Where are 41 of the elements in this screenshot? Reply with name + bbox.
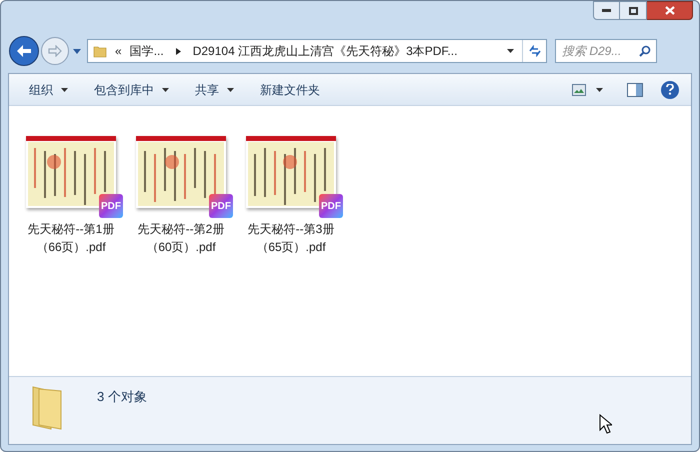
refresh-arrows-icon [528,45,542,57]
file-name: 先天秘符--第2册（60页）.pdf [136,221,226,256]
toolbar-button[interactable]: 组织 [21,78,76,102]
close-icon [664,6,674,15]
forward-arrow-icon [48,45,62,57]
caret-icon [162,88,169,92]
search-field[interactable]: 搜索 D29... [555,39,657,63]
file-item[interactable]: PDF 先天秘符--第1册（66页）.pdf [16,136,126,256]
file-name: 先天秘符--第3册（65页）.pdf [246,221,336,256]
back-button[interactable] [9,36,39,66]
toolbar-button[interactable]: 新建文件夹 [252,78,328,102]
caret-icon [227,88,234,92]
question-mark-icon [666,84,674,95]
pdf-badge: PDF [209,194,233,218]
caret-icon [73,48,81,54]
file-name: 先天秘符--第1册（66页）.pdf [26,221,116,256]
file-item[interactable]: PDF 先天秘符--第2册（60页）.pdf [126,136,236,256]
breadcrumb-segment[interactable]: D29104 江西龙虎山上清宫《先天符秘》3本PDF... [192,42,458,60]
toolbar-button[interactable]: 共享 [187,78,242,102]
file-item[interactable]: PDF 先天秘符--第3册（65页）.pdf [236,136,346,256]
caret-icon [507,49,514,53]
address-bar[interactable]: « 国学... D29104 江西龙虎山上清宫《先天符秘》3本PDF... [87,39,547,63]
view-icon [572,84,586,96]
caret-icon [61,88,68,92]
caret-icon [596,88,603,92]
pdf-badge: PDF [99,194,123,218]
maximize-button[interactable] [620,1,647,20]
toolbar-button[interactable]: 包含到库中 [86,78,177,102]
folder-icon [93,44,107,58]
minimize-button[interactable] [593,1,620,20]
back-arrow-icon [16,44,32,58]
status-text: 3 个对象 [97,388,147,406]
pane-icon [627,82,643,96]
breadcrumb-segment[interactable]: 国学... [130,42,164,60]
close-button[interactable] [647,1,693,20]
help-button[interactable] [661,80,679,98]
cursor-icon [599,414,612,434]
chevron-right-icon [176,48,181,54]
breadcrumb-overflow[interactable]: « [115,42,122,60]
pdf-badge: PDF [319,194,343,218]
search-icon [639,45,651,57]
